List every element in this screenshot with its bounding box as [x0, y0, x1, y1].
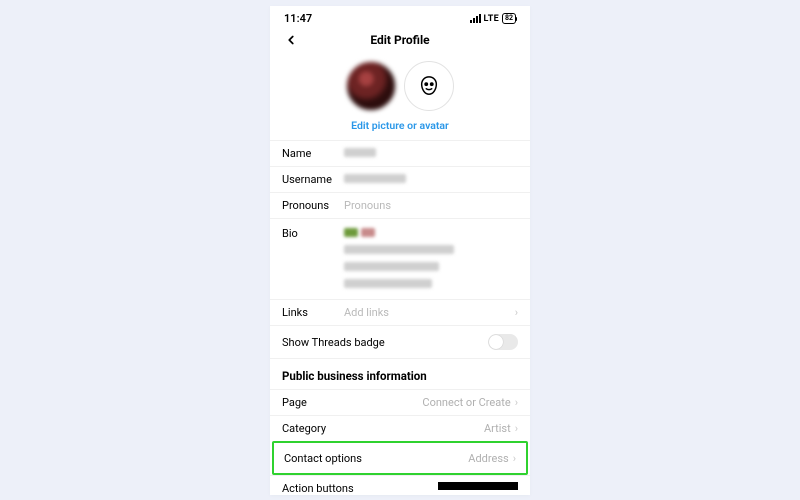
highlight-contact-options: Contact options Address ›	[272, 441, 528, 475]
value-username	[344, 173, 518, 186]
chevron-right-icon: ›	[515, 306, 518, 319]
battery-icon: 82	[502, 13, 516, 24]
row-action-buttons[interactable]: Action buttons	[270, 475, 530, 495]
label-username: Username	[282, 173, 344, 186]
label-category: Category	[282, 422, 326, 435]
chevron-right-icon: ›	[515, 422, 518, 435]
profile-picture[interactable]	[346, 61, 396, 111]
label-contact: Contact options	[284, 452, 362, 465]
cellular-signal-icon	[470, 14, 481, 23]
label-threads: Show Threads badge	[282, 336, 488, 349]
label-action-buttons: Action buttons	[282, 482, 438, 495]
chevron-right-icon: ›	[515, 396, 518, 409]
page-title: Edit Profile	[370, 33, 429, 47]
row-contact-options[interactable]: Contact options Address ›	[274, 443, 526, 473]
network-label: LTE	[484, 14, 499, 24]
value-pronouns: Pronouns	[344, 199, 518, 212]
chevron-left-icon	[284, 33, 298, 47]
nav-header: Edit Profile	[270, 25, 530, 55]
redacted-bar	[438, 482, 518, 490]
value-contact: Address	[362, 452, 509, 465]
status-bar: 11:47 LTE 82	[270, 6, 530, 25]
status-time: 11:47	[284, 12, 312, 25]
row-username[interactable]: Username	[270, 166, 530, 192]
avatar-face-icon	[418, 75, 440, 97]
avatar-option[interactable]	[404, 61, 454, 111]
threads-toggle[interactable]	[488, 334, 518, 350]
label-pronouns: Pronouns	[282, 199, 344, 212]
row-bio[interactable]: Bio	[270, 218, 530, 299]
section-business: Public business information	[270, 358, 530, 389]
chevron-right-icon: ›	[513, 452, 516, 465]
label-links: Links	[282, 306, 344, 319]
label-page: Page	[282, 396, 307, 409]
phone-screen: 11:47 LTE 82 Edit Profile Edit picture o…	[270, 6, 530, 495]
row-links[interactable]: Links Add links ›	[270, 299, 530, 325]
value-category: Artist	[326, 422, 511, 435]
value-name	[344, 147, 518, 160]
status-right: LTE 82	[470, 13, 516, 24]
value-page: Connect or Create	[307, 396, 511, 409]
row-pronouns[interactable]: Pronouns Pronouns	[270, 192, 530, 218]
row-threads-badge: Show Threads badge	[270, 325, 530, 358]
row-name[interactable]: Name	[270, 140, 530, 166]
avatar-picker	[270, 55, 530, 115]
value-links: Add links	[344, 306, 511, 319]
row-page[interactable]: Page Connect or Create ›	[270, 389, 530, 415]
label-bio: Bio	[282, 227, 344, 240]
row-category[interactable]: Category Artist ›	[270, 415, 530, 441]
back-button[interactable]	[280, 29, 302, 51]
value-bio	[344, 227, 518, 291]
label-name: Name	[282, 147, 344, 160]
edit-picture-link[interactable]: Edit picture or avatar	[270, 115, 530, 140]
